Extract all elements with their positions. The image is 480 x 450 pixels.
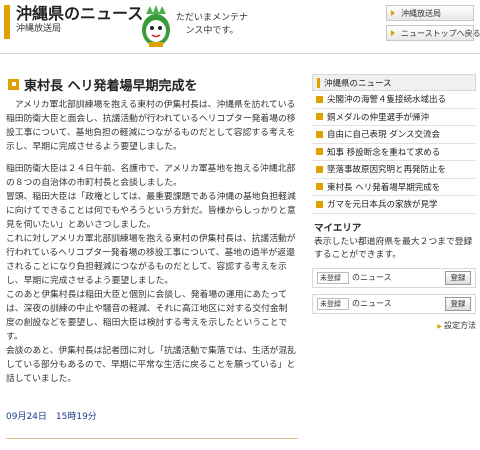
- article-title: 東村長 ヘリ発着場早期完成を: [24, 78, 198, 94]
- divider: [6, 438, 298, 439]
- news-link[interactable]: 尖閣沖の海警４隻接続水域出る: [312, 91, 476, 109]
- square-bullet-icon: [316, 200, 323, 208]
- triangle-right-icon: ▶: [437, 322, 442, 330]
- sidebar-section-title: 沖縄県のニュース: [324, 78, 392, 89]
- news-link-label: 銅メダルの仲里選手が帰沖: [327, 112, 430, 123]
- news-list: 尖閣沖の海警４隻接続水域出る 銅メダルの仲里選手が帰沖 自由に自己表現 ダンス交…: [312, 91, 476, 214]
- news-top-button[interactable]: ニューストップへ戻る: [386, 25, 480, 41]
- article-paragraph: これに対しアメリカ軍北部訓練場を抱える東村の伊集村長は、抗議活動が行われているヘ…: [6, 234, 296, 286]
- arrow-right-icon: [391, 30, 395, 36]
- article-paragraph: 会談のあと、伊集村長は記者団に対し「抗議活動で集落では、生活が混乱している部分も…: [6, 346, 296, 384]
- article-paragraph: このあと伊集村長は稲田大臣と個別に会談し、発着場の運用にあたっては、深夜の訓練の…: [6, 290, 288, 342]
- news-link-label: 墜落事故原因究明と再発防止を: [327, 165, 447, 176]
- myarea-row-label: のニュース: [352, 273, 392, 282]
- settings-link[interactable]: ▶ 設定方法: [312, 320, 476, 331]
- square-bullet-icon: [316, 183, 323, 191]
- myarea-title: マイエリア: [314, 222, 362, 234]
- settings-link-label: 設定方法: [444, 320, 476, 330]
- square-bullet-icon: [316, 130, 323, 138]
- article-dateline: 09月24日 15時19分: [6, 412, 97, 422]
- news-link[interactable]: 墜落事故原因究明と再発防止を: [312, 161, 476, 179]
- news-link[interactable]: ガマを元日本兵の家族が見学: [312, 196, 476, 214]
- myarea-row: 未登録 のニュース 登録: [312, 293, 476, 314]
- myarea-description: 表示したい都道府県を最大２つまで登録することができます。: [314, 236, 473, 260]
- square-bullet-icon: [316, 148, 323, 156]
- site-title: 沖縄県のニュース: [16, 4, 144, 23]
- register-button[interactable]: 登録: [445, 296, 471, 311]
- news-link-label: 尖閣沖の海警４隻接続水域出る: [327, 95, 447, 106]
- news-link[interactable]: 銅メダルの仲里選手が帰沖: [312, 109, 476, 126]
- sidebar-section-header: 沖縄県のニュース: [312, 74, 476, 91]
- news-link-label: ガマを元日本兵の家族が見学: [327, 200, 438, 211]
- news-link[interactable]: 知事 移設断念を重ねて求める: [312, 144, 476, 161]
- square-bullet-icon: [316, 165, 323, 173]
- news-link-label: 自由に自己表現 ダンス交流会: [327, 130, 441, 141]
- article-body: アメリカ軍北部訓練場を抱える東村の伊集村長は、沖縄県を訪れている稲田防衛大臣と面…: [6, 98, 296, 386]
- sidebar: 沖縄県のニュース 尖閣沖の海警４隻接続水域出る 銅メダルの仲里選手が帰沖 自由に…: [312, 74, 476, 331]
- article-paragraph: 稲田防衛大臣は２４日午前、名護市で、アメリカ軍基地を抱える沖縄北部の８つの自治体…: [6, 164, 296, 188]
- myarea-row: 未登録 のニュース 登録: [312, 267, 476, 288]
- okinawa-station-button[interactable]: 沖縄放送局: [386, 5, 474, 21]
- prefecture-select[interactable]: 未登録: [317, 271, 349, 284]
- site-header: 沖縄県のニュース 沖縄放送局 ただいまメンテナンス中です。 沖縄放送局 ニュース…: [0, 0, 480, 54]
- square-bullet-icon: [316, 95, 323, 103]
- news-link[interactable]: 東村長 ヘリ発着場早期完成を: [312, 179, 476, 196]
- prefecture-select[interactable]: 未登録: [317, 297, 349, 310]
- article-heading: 東村長 ヘリ発着場早期完成を: [8, 74, 298, 94]
- myarea-row-label: のニュース: [352, 299, 392, 308]
- news-link-label: 知事 移設断念を重ねて求める: [327, 147, 441, 158]
- register-button[interactable]: 登録: [445, 270, 471, 285]
- section-mark-icon: [317, 77, 320, 88]
- arrow-right-icon: [391, 10, 395, 16]
- maintenance-notice: ただいまメンテナンス中です。: [175, 13, 248, 36]
- news-top-label: ニューストップへ戻る: [401, 28, 480, 38]
- okinawa-station-label: 沖縄放送局: [401, 8, 441, 18]
- article-paragraph: アメリカ軍北部訓練場を抱える東村の伊集村長は、沖縄県を訪れている稲田防衛大臣と面…: [6, 100, 296, 152]
- site-title-block: 沖縄県のニュース 沖縄放送局: [4, 4, 144, 39]
- square-bullet-icon: [8, 78, 19, 90]
- square-bullet-icon: [316, 113, 323, 121]
- news-link-label: 東村長 ヘリ発着場早期完成を: [327, 182, 441, 193]
- news-link[interactable]: 自由に自己表現 ダンス交流会: [312, 126, 476, 144]
- mascot-icon: [140, 4, 172, 48]
- site-subtitle: 沖縄放送局: [16, 24, 62, 34]
- article-paragraph: 冒頭、稲田大臣は「政権としては、最重要課題である沖縄の基地負担軽減に向けてできる…: [6, 192, 296, 230]
